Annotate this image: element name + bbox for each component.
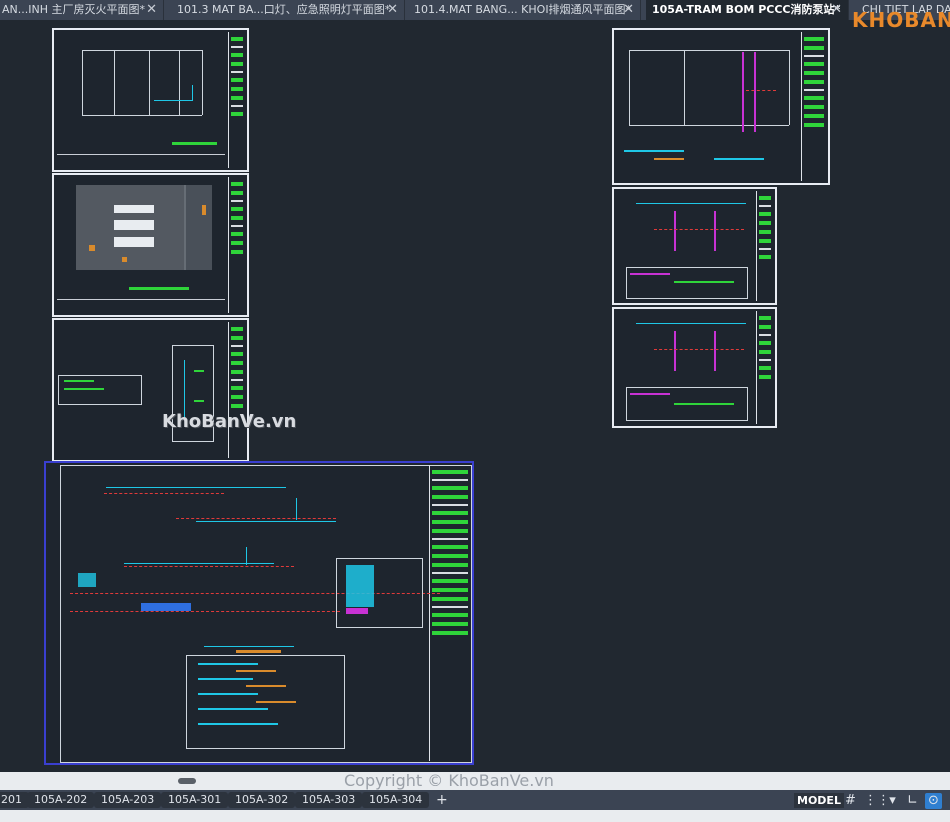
title-block bbox=[801, 32, 826, 181]
file-tab-strip: AN...INH 主厂房灭火平面图* ✕ 101.3 MAT BA...口灯、应… bbox=[0, 0, 950, 20]
model-space-button[interactable]: MODEL bbox=[794, 793, 844, 808]
drawing-sheet-floor-plan-2[interactable] bbox=[52, 173, 249, 317]
close-icon[interactable]: ✕ bbox=[623, 0, 634, 20]
file-tab-label: 101.4.MAT BANG... KHOI排烟通风平面图* bbox=[414, 3, 632, 16]
file-tab-2[interactable]: 101.4.MAT BANG... KHOI排烟通风平面图* ✕ bbox=[408, 0, 641, 20]
status-bar-bottom bbox=[0, 810, 950, 822]
file-tab-label: 105A-TRAM BOM PCCC消防泵站* bbox=[652, 3, 841, 16]
logo: KHOBANVE bbox=[852, 6, 950, 44]
close-icon[interactable]: ✕ bbox=[146, 0, 157, 20]
snap-icon[interactable]: ⋮⋮ bbox=[864, 793, 890, 809]
title-block bbox=[756, 191, 773, 301]
watermark-text: KhoBanVe.vn bbox=[162, 411, 297, 432]
drawing-sheet-riser-diagram-2[interactable] bbox=[612, 307, 777, 428]
title-block bbox=[228, 32, 245, 168]
add-layout-button[interactable]: + bbox=[436, 792, 448, 808]
title-block bbox=[756, 311, 773, 424]
layout-tab-105a-304[interactable]: 105A-304 bbox=[362, 792, 430, 808]
close-icon[interactable]: ✕ bbox=[387, 0, 398, 20]
grid-icon[interactable]: # bbox=[842, 793, 859, 809]
drawing-sheet-floor-plan-1[interactable] bbox=[52, 28, 249, 172]
ortho-icon[interactable]: ∟ bbox=[904, 793, 921, 809]
scrollbar-thumb[interactable] bbox=[178, 778, 196, 784]
dropdown-chevron-icon[interactable]: ▾ bbox=[884, 793, 901, 809]
title-block bbox=[228, 322, 245, 458]
logo-text: KHOBANVE bbox=[852, 8, 950, 32]
layout-tab-201[interactable]: 201 bbox=[0, 792, 29, 808]
file-tab-0[interactable]: AN...INH 主厂房灭火平面图* ✕ bbox=[0, 0, 164, 20]
copyright-watermark: Copyright © KhoBanVe.vn bbox=[344, 771, 554, 790]
title-block bbox=[429, 465, 470, 761]
layout-tab-105a-302[interactable]: 105A-302 bbox=[228, 792, 296, 808]
layout-tab-105a-202[interactable]: 105A-202 bbox=[27, 792, 95, 808]
layout-tab-105a-203[interactable]: 105A-203 bbox=[94, 792, 162, 808]
file-tab-1[interactable]: 101.3 MAT BA...口灯、应急照明灯平面图* ✕ bbox=[171, 0, 405, 20]
layout-tab-105a-301[interactable]: 105A-301 bbox=[161, 792, 229, 808]
title-block bbox=[228, 177, 245, 313]
drawing-sheet-riser-diagram-1[interactable] bbox=[612, 187, 777, 305]
drawing-sheet-pump-station-plan[interactable] bbox=[612, 28, 830, 185]
layout-tab-105a-303[interactable]: 105A-303 bbox=[295, 792, 363, 808]
file-tab-label: AN...INH 主厂房灭火平面图* bbox=[2, 3, 145, 16]
polar-tracking-icon[interactable]: ⊙ bbox=[925, 793, 942, 809]
drawing-sheet-fire-alarm-schematic[interactable] bbox=[44, 461, 474, 765]
drawing-sheet-detail[interactable] bbox=[52, 318, 249, 462]
file-tab-3[interactable]: 105A-TRAM BOM PCCC消防泵站* ✕ bbox=[646, 0, 849, 20]
close-icon[interactable]: ✕ bbox=[831, 0, 842, 20]
file-tab-label: 101.3 MAT BA...口灯、应急照明灯平面图* bbox=[177, 3, 391, 16]
drawing-canvas[interactable] bbox=[0, 20, 950, 772]
